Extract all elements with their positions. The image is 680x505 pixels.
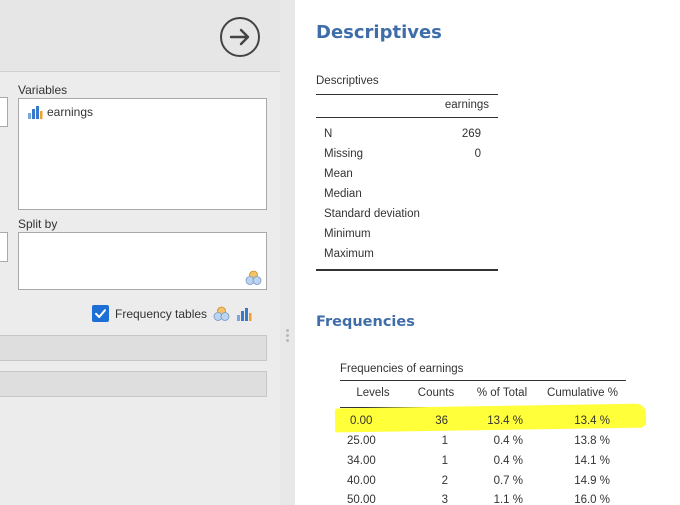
row-value: 269 (461, 128, 481, 140)
table-cell-count: 2 (441, 475, 448, 487)
descriptives-column-header: earnings (444, 99, 489, 111)
descriptives-heading: Descriptives (316, 22, 442, 43)
variables-label: Variables (18, 83, 68, 97)
collapse-arrow-button[interactable] (220, 17, 260, 57)
row-label: Standard deviation (324, 208, 420, 220)
row-label: Maximum (324, 248, 374, 260)
checkmark-icon (95, 309, 106, 318)
table-cell-level: 25.00 (347, 435, 376, 447)
table-top-rule (340, 380, 626, 381)
nominal-variable-icon (245, 270, 262, 285)
available-variables-list[interactable] (0, 97, 8, 127)
row-label: Missing (324, 148, 363, 160)
available-variables-list-lower[interactable] (0, 232, 8, 262)
table-cell-count: 36 (435, 415, 448, 427)
table-cell-count: 1 (441, 455, 448, 467)
split-by-box[interactable] (18, 232, 267, 290)
collapsed-section-plots[interactable] (0, 371, 267, 397)
panel-splitter[interactable] (280, 0, 295, 505)
collapsed-section-statistics[interactable] (0, 335, 267, 361)
table-cell-cumulative: 16.0 % (574, 494, 610, 505)
row-label: Minimum (324, 228, 371, 240)
frequencies-heading: Frequencies (316, 314, 415, 330)
frequencies-table-caption: Frequencies of earnings (340, 363, 464, 375)
column-header-percent: % of Total (476, 387, 528, 399)
splitter-grip-dot (286, 339, 289, 342)
descriptives-table-caption: Descriptives (316, 75, 379, 87)
table-cell-cumulative: 14.1 % (574, 455, 610, 467)
table-top-rule (316, 94, 498, 95)
table-cell-level: 40.00 (347, 475, 376, 487)
analysis-options: Variables earnings Split by Frequency ta… (0, 72, 280, 505)
results-panel: Descriptives Descriptives earnings N 269… (295, 0, 680, 505)
table-cell-percent: 13.4 % (487, 415, 523, 427)
table-cell-percent: 1.1 % (493, 494, 523, 505)
variables-box[interactable]: earnings (18, 98, 267, 210)
splitter-grip-dot (286, 329, 289, 332)
variable-item-earnings[interactable]: earnings (27, 105, 93, 119)
arrow-right-icon (229, 28, 250, 46)
splitter-grip-dot (286, 334, 289, 337)
row-label: Mean (324, 168, 353, 180)
table-cell-count: 1 (441, 435, 448, 447)
table-cell-count: 3 (441, 494, 448, 505)
frequency-tables-option[interactable]: Frequency tables (92, 305, 252, 322)
row-value: 0 (474, 148, 481, 160)
variable-name: earnings (47, 105, 94, 119)
options-header (0, 0, 280, 72)
table-cell-percent: 0.4 % (493, 435, 523, 447)
table-cell-percent: 0.7 % (493, 475, 523, 487)
table-cell-cumulative: 13.4 % (574, 415, 610, 427)
table-cell-cumulative: 14.9 % (574, 475, 610, 487)
nominal-variable-icon (213, 306, 230, 321)
split-by-label: Split by (18, 217, 58, 231)
frequency-tables-checkbox[interactable] (92, 305, 109, 322)
table-bottom-rule (316, 269, 498, 271)
table-cell-level: 50.00 (347, 494, 376, 505)
column-header-cumulative: Cumulative % (547, 387, 618, 399)
row-label: N (324, 128, 333, 140)
table-cell-percent: 0.4 % (493, 455, 523, 467)
column-header-counts: Counts (417, 387, 455, 399)
table-cell-cumulative: 13.8 % (574, 435, 610, 447)
column-header-levels: Levels (356, 387, 390, 399)
table-cell-level: 34.00 (347, 455, 376, 467)
continuous-variable-icon (28, 106, 43, 119)
frequency-tables-label: Frequency tables (115, 306, 208, 321)
continuous-variable-icon (237, 307, 252, 321)
row-label: Median (324, 188, 362, 200)
options-panel: Variables earnings Split by Frequency ta… (0, 0, 280, 505)
table-header-rule (316, 117, 498, 118)
table-cell-level: 0.00 (350, 415, 373, 427)
